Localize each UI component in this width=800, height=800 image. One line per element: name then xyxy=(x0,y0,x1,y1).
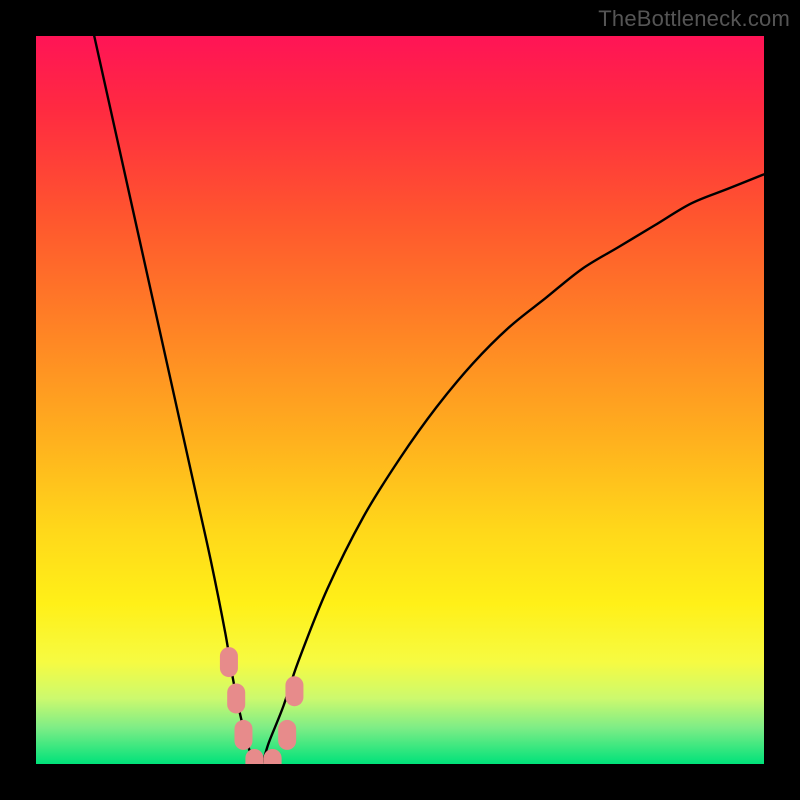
optimal-marker xyxy=(234,720,252,750)
chart-frame: TheBottleneck.com xyxy=(0,0,800,800)
gradient-background xyxy=(36,36,764,764)
optimal-marker xyxy=(220,647,238,677)
watermark-text: TheBottleneck.com xyxy=(598,6,790,32)
optimal-marker xyxy=(227,683,245,713)
optimal-marker xyxy=(278,720,296,750)
plot-area xyxy=(36,36,764,764)
optimal-marker xyxy=(285,676,303,706)
chart-svg xyxy=(36,36,764,764)
